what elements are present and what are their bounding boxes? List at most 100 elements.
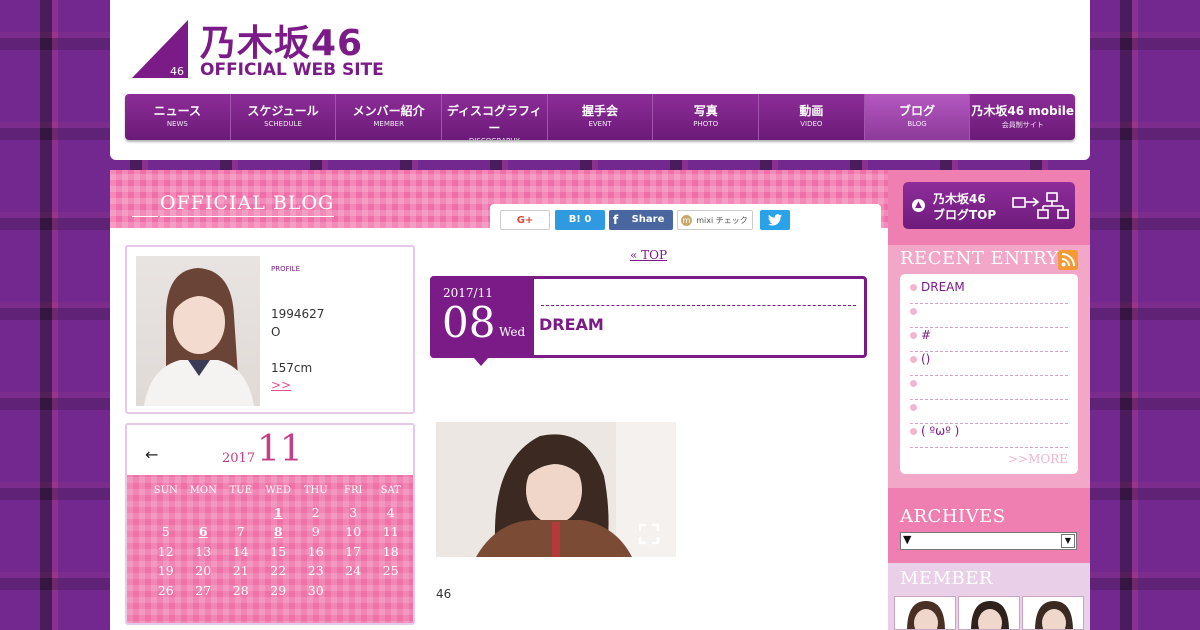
sidebar: ▲ 乃木坂46 ブログTOP RECENT ENTRY >>MORE DREAM… — [888, 170, 1090, 630]
nav-item-discography[interactable]: ディスコグラフィー DISCOGRAPHY — [442, 94, 548, 140]
member-thumbnail[interactable] — [958, 596, 1020, 630]
nav-item-sublabel: DISCOGRAPHY — [442, 137, 547, 140]
entry-date: 2017/11 08 Wed — [430, 276, 534, 366]
calendar-day: 20 — [195, 563, 212, 578]
entry-divider — [541, 305, 856, 306]
calendar-day: 7 — [236, 524, 245, 539]
recent-entry-item[interactable]: () — [910, 352, 1068, 376]
chevron-up-icon: ▲ — [912, 199, 925, 212]
calendar-body: SUN MON TUE WED THU FRI SAT 1 2 3 4 5 6 7 8 9 10 11 12 13 14… — [127, 475, 413, 623]
profile-birthday: 1994627 — [271, 307, 325, 321]
member-thumbnail[interactable] — [894, 596, 956, 630]
calendar-week-row: 5 6 7 8 9 10 11 — [147, 524, 413, 544]
calendar-week-row: 12 13 14 15 16 17 18 — [147, 543, 413, 564]
calendar-day: 27 — [195, 582, 212, 598]
logo-triangle-icon[interactable]: 46 — [132, 20, 188, 78]
twitter-share-button[interactable] — [760, 210, 790, 230]
nav-item-sublabel: NEWS — [166, 120, 188, 128]
calendar-day: 15 — [270, 543, 287, 559]
calendar-weekday: WED — [265, 485, 292, 496]
recent-entry-item[interactable]: # — [910, 328, 1068, 352]
nav-item-event[interactable]: 握手会 EVENT — [548, 94, 654, 140]
entry-header: 2017/11 08 Wed DREAM — [430, 276, 867, 366]
nav-item-sublabel: 会員制サイト — [1001, 121, 1044, 129]
member-title: MEMBER — [900, 568, 993, 589]
recent-entry-item[interactable] — [910, 304, 1068, 328]
calendar-weekday: SAT — [380, 485, 401, 496]
nav-item-label: 写真 — [693, 104, 718, 118]
recent-more-link[interactable]: >>MORE — [1008, 452, 1068, 466]
nav-item-news[interactable]: ニュース NEWS — [125, 94, 231, 140]
expand-icon[interactable] — [638, 523, 660, 545]
twitter-icon — [768, 214, 782, 226]
nav-item-member[interactable]: メンバー紹介 MEMBER — [336, 94, 443, 140]
calendar-day — [335, 583, 373, 603]
calendar-day[interactable]: 1 — [260, 505, 298, 525]
calendar-day: 13 — [195, 543, 212, 559]
nav-item-mobile[interactable]: 乃木坂46 mobile 会員制サイト — [970, 94, 1075, 140]
calendar-weekday: FRI — [344, 485, 363, 496]
calendar-week-row: 12 3 4 — [147, 504, 413, 525]
logo-title[interactable]: 乃木坂46 — [200, 14, 363, 66]
blog-photo[interactable] — [436, 422, 676, 557]
calendar-day: 29 — [270, 582, 287, 598]
calendar-day: 21 — [232, 563, 249, 578]
nav-item-sublabel: PHOTO — [693, 120, 719, 128]
calendar-day — [372, 583, 410, 603]
nav-item-label: ディスコグラフィー — [446, 104, 542, 135]
recent-entry-item[interactable]: DREAM — [910, 280, 1068, 304]
recent-entry-list: >>MORE DREAM # () ( ºωº ) — [900, 274, 1078, 474]
calendar-year: 2017 — [222, 451, 256, 466]
blog-top-button-line2: ブログTOP — [933, 208, 997, 222]
blog-top-link[interactable]: « TOP — [630, 248, 667, 262]
nav-item-sublabel: BLOG — [907, 120, 927, 128]
entry-title[interactable]: DREAM — [539, 315, 604, 334]
facebook-share-label: Share — [631, 214, 665, 225]
calendar-week-row: 26 27 28 29 30 — [147, 582, 413, 603]
sidebar-top-band: ▲ 乃木坂46 ブログTOP — [888, 170, 1090, 245]
calendar-day[interactable]: 6 — [185, 524, 223, 544]
global-nav: ニュース NEWS スケジュール SCHEDULE メンバー紹介 MEMBER ディスコグラ… — [125, 94, 1075, 140]
recent-entry-item[interactable] — [910, 400, 1068, 424]
mixi-check-button[interactable]: m mixi チェック — [677, 210, 753, 230]
main-content: OFFICIAL BLOG G+ B! 0 f Share m mixi チェッ… — [110, 170, 888, 630]
nav-item-schedule[interactable]: スケジュール SCHEDULE — [231, 94, 337, 140]
gplus-share-button[interactable]: G+ — [500, 210, 550, 230]
calendar-day: 28 — [232, 582, 249, 598]
archives-selected-value: ▼ — [903, 533, 912, 546]
recent-entry-item[interactable] — [910, 376, 1068, 400]
nav-item-sublabel: SCHEDULE — [264, 120, 302, 128]
hatena-bookmark-button[interactable]: B! 0 — [555, 210, 605, 230]
mixi-icon: m — [681, 215, 692, 226]
site-header: 46 乃木坂46 OFFICIAL WEB SITE ニュース NEWS スケジュー… — [110, 0, 1090, 160]
recent-entry-item[interactable]: ( ºωº ) — [910, 424, 1068, 448]
nav-item-photo[interactable]: 写真 PHOTO — [653, 94, 760, 140]
nav-item-video[interactable]: 動画 VIDEO — [759, 94, 865, 140]
facebook-share-button[interactable]: f Share — [609, 210, 673, 230]
logo-number: 46 — [170, 65, 184, 78]
calendar-day[interactable]: 8 — [260, 524, 298, 544]
calendar-day: 9 — [311, 524, 320, 539]
calendar-day: 4 — [386, 504, 395, 520]
rss-icon[interactable] — [1058, 250, 1078, 270]
member-thumbnail[interactable] — [1022, 596, 1084, 630]
calendar-day: 24 — [345, 563, 362, 578]
calendar-day: 5 — [161, 524, 170, 539]
calendar-weekday: TUE — [229, 485, 252, 496]
profile-photo[interactable] — [136, 256, 260, 406]
calendar-weekday: SUN — [153, 485, 178, 496]
nav-item-blog[interactable]: ブログ BLOG — [864, 94, 971, 140]
calendar-day: 2 — [311, 504, 320, 520]
nav-item-label: ブログ — [899, 104, 936, 118]
nav-item-sublabel: EVENT — [588, 120, 612, 128]
calendar-day: 3 — [349, 504, 358, 520]
archives-select[interactable]: ▼ ▼ — [900, 532, 1077, 550]
blog-banner-title: OFFICIAL BLOG — [131, 192, 335, 217]
blog-top-button-line1: 乃木坂46 — [933, 192, 986, 206]
profile-more-link[interactable]: >> — [271, 378, 291, 392]
profile-blood-type: O — [271, 325, 281, 339]
bullet-icon — [910, 428, 917, 435]
calendar-prev-arrow-icon[interactable]: ← — [145, 445, 158, 464]
blog-top-button[interactable]: ▲ 乃木坂46 ブログTOP — [903, 182, 1075, 229]
mixi-check-label: mixi チェック — [696, 216, 748, 225]
